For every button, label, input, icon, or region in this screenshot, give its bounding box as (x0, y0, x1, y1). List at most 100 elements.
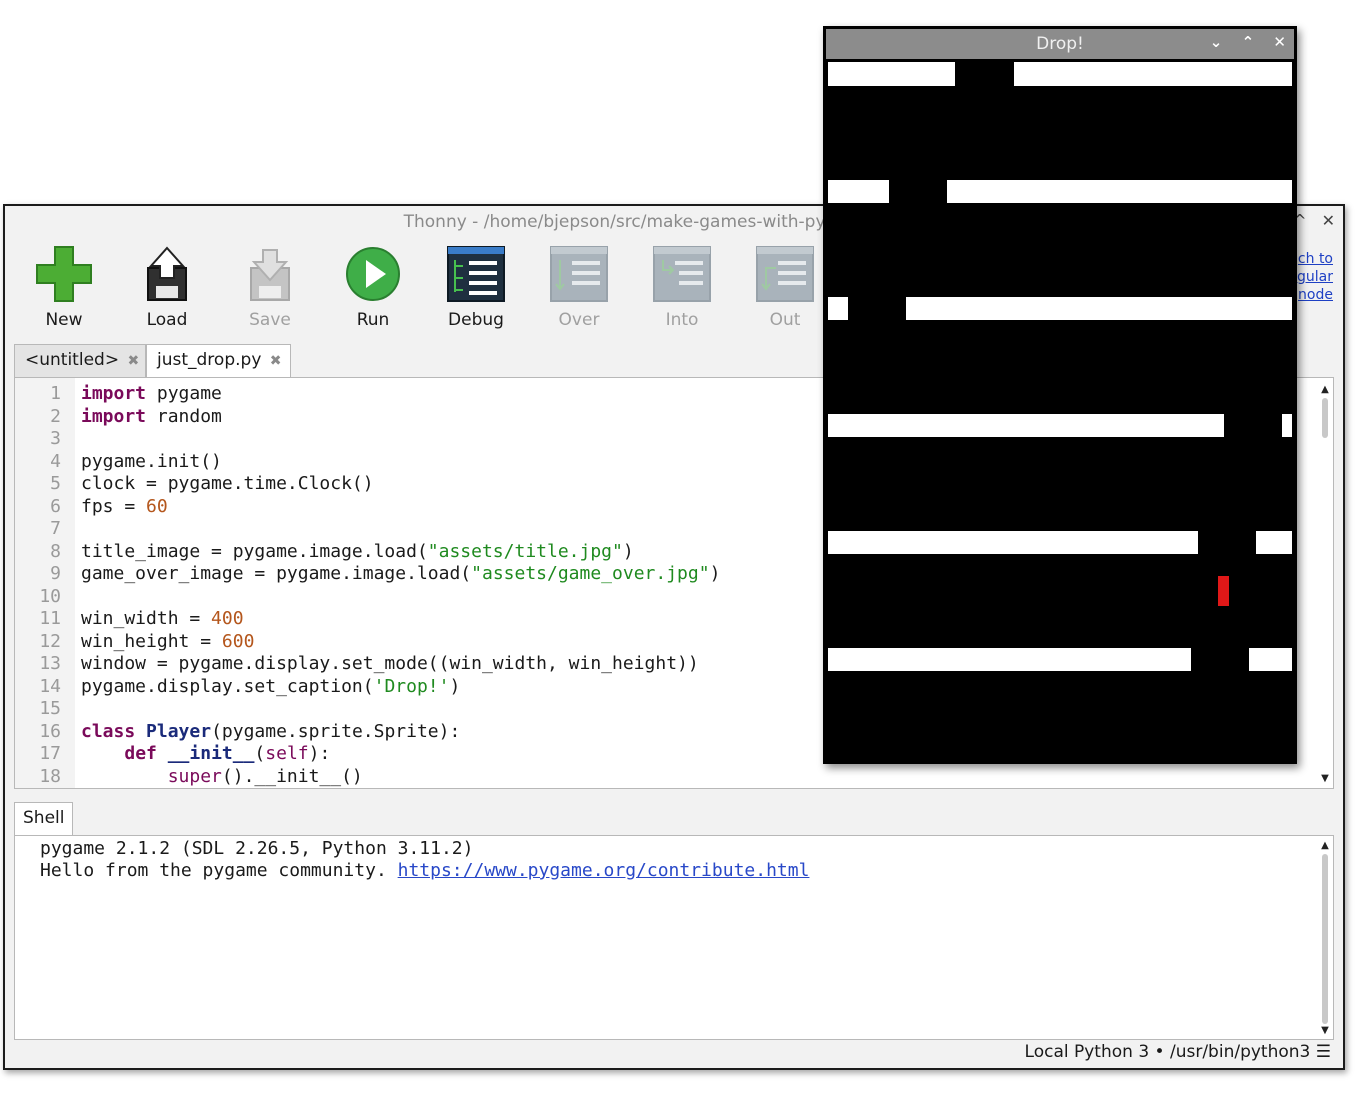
into-label: Into (665, 310, 699, 330)
shell-line-2: Hello from the pygame community. https:/… (40, 860, 809, 883)
code-token: class (81, 720, 136, 742)
step-over-button[interactable]: Over (534, 242, 624, 330)
platform (828, 62, 955, 86)
code-token: game_over_image = pygame.image.load( (81, 563, 472, 584)
new-button[interactable]: New (19, 242, 109, 330)
code-token: def (124, 743, 157, 764)
code-token: ) (622, 540, 634, 562)
switch-mode-link[interactable]: ch to gular node (1297, 250, 1333, 304)
load-button[interactable]: Load (122, 242, 212, 330)
code-token: random (146, 405, 222, 427)
code-token: 600 (221, 630, 255, 652)
run-button[interactable]: Run (328, 242, 418, 330)
code-token: 400 (211, 608, 244, 629)
run-label: Run (356, 310, 390, 330)
code-token: pygame (146, 383, 222, 404)
line-number: 10 (39, 585, 61, 607)
status-bar[interactable]: Local Python 3 • /usr/bin/python3 ☰ (1025, 1042, 1331, 1062)
code-text: win_height = 600 (81, 631, 254, 654)
load-label: Load (146, 310, 188, 330)
drop-window-controls: ⌄ ⌃ ✕ (1196, 33, 1286, 51)
shell-scrollbar[interactable]: ▲ ▼ (1319, 840, 1331, 1036)
code-token: 'Drop!' (373, 675, 450, 697)
platform (906, 297, 1292, 320)
code-text: game_over_image = pygame.image.load("ass… (81, 563, 720, 586)
code-token: "assets/title.jpg" (427, 540, 623, 562)
platform (828, 180, 889, 203)
editor-scroll-thumb[interactable] (1322, 398, 1328, 438)
shell-panel[interactable]: pygame 2.1.2 (SDL 2.26.5, Python 3.11.2)… (14, 835, 1334, 1040)
platform (828, 648, 1191, 671)
code-token: ().__init__() (221, 765, 363, 787)
line-number: 3 (50, 428, 61, 449)
scroll-up-icon[interactable]: ▲ (1319, 384, 1331, 395)
code-text: win_width = 400 (81, 608, 244, 631)
switch-mode-link-line2: gular (1297, 269, 1333, 285)
platform (828, 531, 1198, 554)
tab-close-icon[interactable]: ✖ (270, 353, 282, 369)
switch-mode-link-line1: ch to (1297, 251, 1333, 267)
step-into-button[interactable]: Into (637, 242, 727, 330)
code-token: title_image = pygame.image.load( (81, 540, 428, 562)
player-sprite (1218, 576, 1229, 606)
code-token: pygame.display.set_caption( (81, 675, 374, 697)
game-canvas[interactable] (828, 62, 1292, 762)
code-text: import pygame (81, 383, 222, 406)
new-label: New (45, 310, 83, 330)
code-token: ) (449, 675, 461, 697)
debug-button[interactable]: Debug (431, 242, 521, 330)
editor-scrollbar[interactable]: ▲ ▼ (1319, 384, 1331, 784)
line-number: 12 (39, 630, 61, 652)
step-over-icon (550, 246, 608, 302)
code-token: __init__ (167, 743, 255, 764)
line-number: 1 (50, 383, 61, 404)
code-token: window = pygame.display.set_mode((win_wi… (81, 653, 699, 674)
line-number: 2 (50, 405, 61, 427)
step-into-icon (653, 246, 711, 302)
code-token: fps = (81, 495, 147, 517)
code-token: win_width = (81, 608, 212, 629)
scroll-down-icon[interactable]: ▼ (1319, 773, 1331, 784)
close-icon[interactable]: ✕ (1273, 33, 1286, 51)
tab-shell[interactable]: Shell (14, 802, 74, 836)
line-number: 13 (39, 653, 61, 674)
code-token: clock = pygame.time.Clock() (81, 473, 374, 494)
tab-untitled-label: <untitled> (25, 350, 120, 370)
code-token: pygame.init() (81, 450, 222, 472)
code-line: 18 super().__init__() (15, 766, 1333, 789)
scroll-down-icon[interactable]: ▼ (1319, 1025, 1331, 1036)
pygame-contribute-link[interactable]: https://www.pygame.org/contribute.html (398, 860, 810, 881)
step-out-button[interactable]: Out (740, 242, 830, 330)
tab-close-icon[interactable]: ✖ (127, 353, 139, 369)
save-icon (250, 249, 290, 301)
line-number: 9 (50, 563, 61, 584)
scroll-up-icon[interactable]: ▲ (1319, 840, 1331, 851)
drop-titlebar[interactable]: Drop! ⌄ ⌃ ✕ (826, 29, 1294, 59)
platform (1249, 648, 1292, 671)
code-token: "assets/game_over.jpg" (471, 563, 710, 584)
code-token: (pygame.sprite.Sprite): (211, 720, 461, 742)
tab-just-drop[interactable]: just_drop.py ✖ (146, 344, 291, 378)
tab-untitled[interactable]: <untitled> ✖ (14, 344, 146, 378)
platform (828, 414, 1224, 437)
code-text: import random (81, 406, 222, 429)
close-icon[interactable]: ✕ (1322, 211, 1335, 230)
line-number: 6 (50, 495, 61, 517)
code-token: super (167, 765, 222, 787)
line-number: 18 (39, 765, 61, 787)
run-icon (346, 247, 400, 301)
maximize-icon[interactable]: ⌃ (1242, 33, 1255, 51)
minimize-icon[interactable]: ⌄ (1210, 33, 1223, 51)
platform (828, 297, 848, 320)
code-token: import (81, 383, 147, 404)
code-token: win_height = (81, 630, 222, 652)
step-out-icon (756, 246, 814, 302)
save-label: Save (249, 310, 291, 330)
shell-scroll-thumb[interactable] (1322, 854, 1328, 1024)
line-number: 4 (50, 450, 61, 472)
platform (1014, 62, 1292, 86)
code-token: ): (308, 743, 331, 764)
save-button[interactable]: Save (225, 242, 315, 330)
